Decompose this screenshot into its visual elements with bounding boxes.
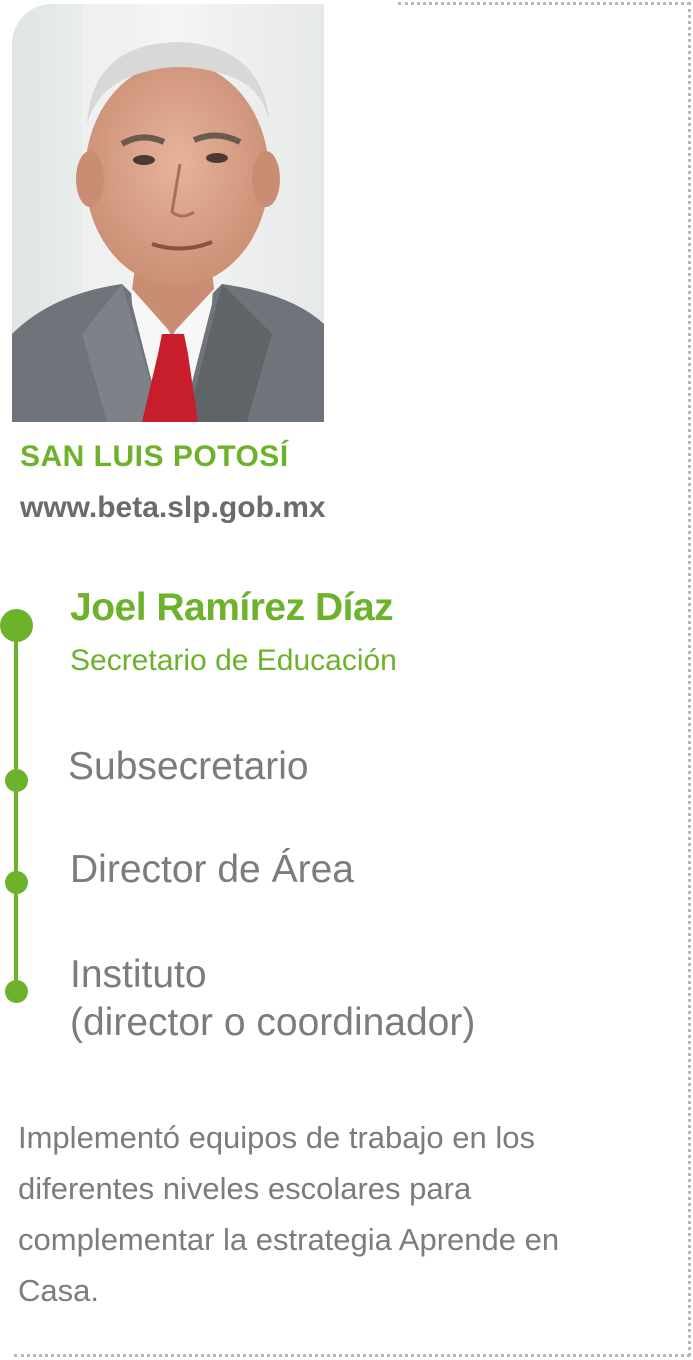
- website-url[interactable]: www.beta.slp.gob.mx: [20, 491, 326, 525]
- level-director-area: Director de Área: [70, 848, 354, 891]
- level-instituto-detail: (director o coordinador): [70, 1001, 476, 1044]
- timeline-line: [14, 625, 18, 995]
- timeline-dot-main: [0, 609, 33, 642]
- frame-border-bottom: [14, 1354, 690, 1357]
- frame-border-right: [688, 2, 691, 1356]
- official-role: Secretario de Educación: [70, 644, 397, 677]
- level-subsecretario: Subsecretario: [68, 745, 309, 788]
- timeline-dot-instituto: [5, 980, 28, 1003]
- state-name: SAN LUIS POTOSÍ: [20, 440, 289, 473]
- portrait-photo: [12, 4, 324, 422]
- description-text: Implementó equipos de trabajo en los dif…: [18, 1120, 560, 1308]
- frame-border-top: [398, 2, 690, 5]
- level-instituto: Instituto: [70, 953, 207, 996]
- timeline-dot-subsecretario: [5, 769, 28, 792]
- timeline-dot-director: [5, 871, 28, 894]
- official-name: Joel Ramírez Díaz: [70, 586, 394, 629]
